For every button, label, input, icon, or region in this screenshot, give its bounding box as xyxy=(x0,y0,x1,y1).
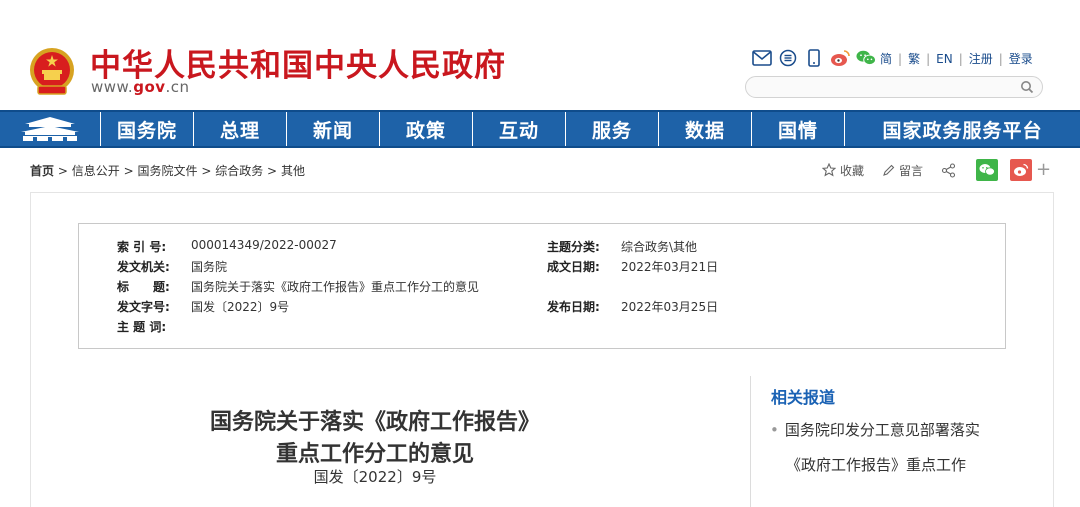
divider xyxy=(750,376,751,507)
pencil-icon xyxy=(883,164,895,176)
issuer-label: 发文机关: xyxy=(117,260,170,274)
nav-home-logo[interactable] xyxy=(0,112,100,146)
lang-simplified-link[interactable]: 简 xyxy=(880,50,892,67)
written-date-label: 成文日期: xyxy=(547,260,600,274)
favorite-label: 收藏 xyxy=(840,163,865,178)
weibo-icon[interactable] xyxy=(830,48,850,68)
tiananmen-icon xyxy=(21,117,79,141)
nav-item-gov-service-platform[interactable]: 国家政务服务平台 xyxy=(844,112,1080,146)
site-url-suffix: .cn xyxy=(165,78,190,96)
related-item-link[interactable]: • 国务院印发分工意见部署落实 xyxy=(770,419,980,440)
article-doc-number: 国发〔2022〕9号 xyxy=(313,468,437,486)
separator: | xyxy=(898,51,903,66)
bullet: • xyxy=(770,421,779,439)
breadcrumb-state-council-docs[interactable]: 国务院文件 xyxy=(137,164,197,178)
nav-item-premier[interactable]: 总理 xyxy=(193,112,286,146)
share-icon xyxy=(941,162,956,178)
search-input[interactable] xyxy=(756,79,1006,95)
site-url-gov: gov xyxy=(133,78,166,96)
keywords-label: 主 题 词: xyxy=(117,320,167,334)
wechat-icon[interactable] xyxy=(856,48,876,68)
mail-icon[interactable] xyxy=(752,48,772,68)
nav-item-data[interactable]: 数据 xyxy=(658,112,751,146)
breadcrumb-separator: > xyxy=(267,164,278,178)
register-link[interactable]: 注册 xyxy=(969,50,993,67)
favorite-button[interactable]: 收藏 xyxy=(822,162,864,179)
publish-date-label: 发布日期: xyxy=(547,300,600,314)
document-info-box: 索 引 号: 000014349/2022-00027 主题分类: 综合政务\其… xyxy=(78,223,1006,349)
mobile-icon[interactable] xyxy=(804,48,824,68)
share-bar: 收藏 留言 + xyxy=(822,158,1051,182)
search-icon[interactable] xyxy=(1020,80,1034,94)
lang-english-link[interactable]: EN xyxy=(936,52,953,66)
comment-button[interactable]: 留言 xyxy=(882,162,923,179)
lang-traditional-link[interactable]: 繁 xyxy=(908,50,920,67)
topic-value: 综合政务\其他 xyxy=(621,240,698,254)
doc-number-label: 发文字号: xyxy=(117,300,170,314)
site-header: 中华人民共和国中央人民政府 www.gov.cn 简 | 繁 | EN | 注册… xyxy=(0,0,1080,110)
separator: | xyxy=(998,51,1003,66)
breadcrumb-other[interactable]: 其他 xyxy=(281,164,305,178)
rss-list-icon[interactable] xyxy=(778,48,798,68)
nav-item-services[interactable]: 服务 xyxy=(565,112,658,146)
breadcrumb-separator: > xyxy=(57,164,68,178)
related-item-line-2[interactable]: 《政府工作报告》重点工作 xyxy=(786,454,966,475)
nav-item-news[interactable]: 新闻 xyxy=(286,112,379,146)
index-number-value: 000014349/2022-00027 xyxy=(191,238,337,252)
nav-item-interaction[interactable]: 互动 xyxy=(472,112,565,146)
weibo-share-button[interactable] xyxy=(1010,159,1033,181)
site-url-prefix: www. xyxy=(91,78,134,96)
weibo-icon xyxy=(1014,163,1029,176)
site-url[interactable]: www.gov.cn xyxy=(91,78,190,96)
breadcrumb: 首页 > 信息公开 > 国务院文件 > 综合政务 > 其他 xyxy=(30,162,305,179)
related-item-line-1: 国务院印发分工意见部署落实 xyxy=(784,421,980,439)
nav-item-national-profile[interactable]: 国情 xyxy=(751,112,844,146)
wechat-share-button[interactable] xyxy=(976,159,999,181)
nav-item-state-council[interactable]: 国务院 xyxy=(100,112,193,146)
breadcrumb-home[interactable]: 首页 xyxy=(30,164,54,178)
main-nav: 国务院 总理 新闻 政策 互动 服务 数据 国情 国家政务服务平台 xyxy=(0,110,1080,148)
breadcrumb-info-disclosure[interactable]: 信息公开 xyxy=(72,164,120,178)
article-title-line-2: 重点工作分工的意见 xyxy=(275,442,474,467)
breadcrumb-separator: > xyxy=(201,164,212,178)
issuer-value: 国务院 xyxy=(191,260,228,274)
title-value: 国务院关于落实《政府工作报告》重点工作分工的意见 xyxy=(191,280,480,294)
search-box xyxy=(745,76,1043,98)
star-icon xyxy=(822,163,836,177)
title-label: 标 题: xyxy=(117,280,170,294)
doc-number-value: 国发〔2022〕9号 xyxy=(191,300,290,314)
index-number-label: 索 引 号: xyxy=(117,240,167,254)
written-date-value: 2022年03月21日 xyxy=(621,260,719,274)
comment-label: 留言 xyxy=(899,163,924,178)
share-button[interactable] xyxy=(941,162,960,178)
breadcrumb-separator: > xyxy=(123,164,134,178)
publish-date-value: 2022年03月25日 xyxy=(621,300,719,314)
topic-label: 主题分类: xyxy=(547,240,600,254)
related-reports-title: 相关报道 xyxy=(771,388,836,407)
separator: | xyxy=(958,51,963,66)
wechat-icon xyxy=(979,164,995,176)
nav-item-policy[interactable]: 政策 xyxy=(379,112,472,146)
top-icon-bar xyxy=(752,48,876,68)
more-share-icon[interactable]: + xyxy=(1036,161,1051,179)
national-emblem-icon[interactable] xyxy=(28,46,76,98)
login-link[interactable]: 登录 xyxy=(1009,50,1033,67)
top-links: 简 | 繁 | EN | 注册 | 登录 xyxy=(880,50,1033,67)
breadcrumb-general-affairs[interactable]: 综合政务 xyxy=(215,164,263,178)
article-title-line-1: 国务院关于落实《政府工作报告》 xyxy=(209,410,540,435)
separator: | xyxy=(926,51,931,66)
